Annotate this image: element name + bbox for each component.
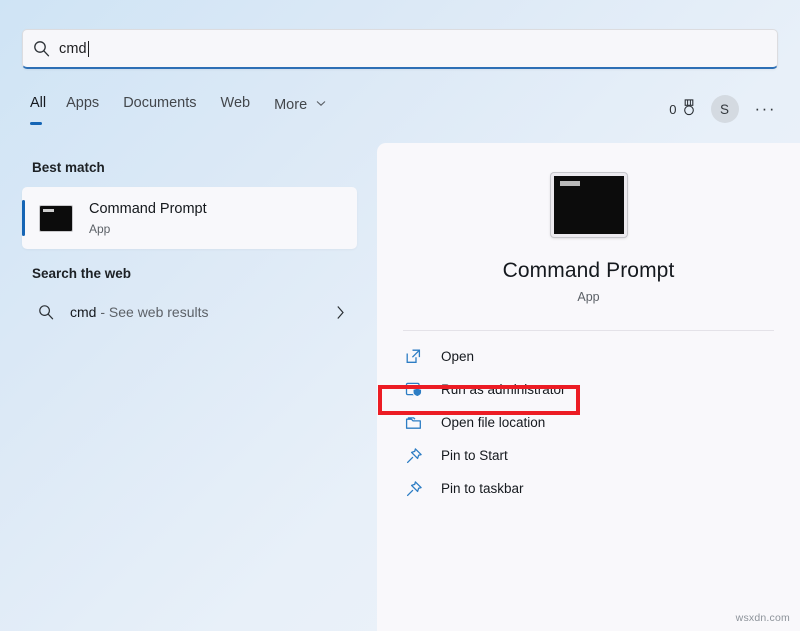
web-result-suffix: - See web results: [96, 304, 208, 320]
search-input-value[interactable]: cmd: [59, 41, 87, 57]
search-icon: [22, 304, 70, 320]
preview-subtitle: App: [377, 290, 800, 304]
tab-apps[interactable]: Apps: [66, 93, 113, 111]
search-the-web-heading: Search the web: [32, 266, 377, 281]
divider: [403, 330, 774, 331]
tab-more[interactable]: More: [274, 93, 340, 113]
tab-all[interactable]: All: [30, 93, 56, 111]
best-match-subtitle: App: [89, 222, 207, 236]
best-match-title: Command Prompt: [89, 200, 207, 218]
results-column: Best match Command Prompt App Search the…: [0, 143, 377, 631]
tab-all-label: All: [30, 95, 46, 111]
avatar-initial: S: [720, 102, 729, 117]
tab-apps-label: Apps: [66, 95, 99, 111]
shield-admin-icon: [405, 381, 437, 398]
tab-documents-label: Documents: [123, 95, 196, 111]
more-options-button[interactable]: ···: [753, 104, 778, 114]
action-list: Open Run as administrator Open file loca…: [377, 340, 800, 505]
rewards-button[interactable]: 0: [669, 99, 696, 119]
tab-bar: All Apps Documents Web More: [30, 93, 350, 131]
action-open-file-location-label: Open file location: [441, 415, 545, 430]
chevron-right-icon[interactable]: [336, 305, 345, 320]
top-right-controls: 0 S ···: [669, 90, 778, 128]
text-caret: [88, 41, 89, 57]
action-open-label: Open: [441, 349, 474, 364]
best-match-result-command-prompt[interactable]: Command Prompt App: [22, 187, 357, 249]
action-open[interactable]: Open: [377, 340, 800, 373]
app-preview-panel: Command Prompt App Open Run as: [377, 143, 800, 631]
tab-documents[interactable]: Documents: [123, 93, 210, 111]
action-pin-to-start[interactable]: Pin to Start: [377, 439, 800, 472]
preview-title: Command Prompt: [377, 259, 800, 283]
best-match-text: Command Prompt App: [89, 200, 207, 235]
web-result-label: cmd - See web results: [70, 304, 209, 320]
search-icon: [23, 40, 59, 57]
folder-icon: [405, 415, 437, 431]
tab-web[interactable]: Web: [221, 93, 265, 111]
tab-web-label: Web: [221, 95, 251, 111]
web-result-item[interactable]: cmd - See web results: [22, 292, 357, 332]
action-run-as-administrator-label: Run as administrator: [441, 382, 566, 397]
action-pin-to-start-label: Pin to Start: [441, 448, 508, 463]
command-prompt-icon: [39, 205, 73, 232]
action-pin-to-taskbar-label: Pin to taskbar: [441, 481, 524, 496]
command-prompt-icon: [551, 173, 627, 237]
rewards-count: 0: [669, 102, 676, 117]
action-open-file-location[interactable]: Open file location: [377, 406, 800, 439]
more-options-label: ···: [755, 99, 776, 118]
pin-icon: [405, 480, 437, 498]
best-match-heading: Best match: [32, 160, 377, 175]
web-result-query: cmd: [70, 304, 96, 320]
watermark: wsxdn.com: [736, 612, 790, 624]
action-run-as-administrator[interactable]: Run as administrator: [377, 373, 800, 406]
chevron-down-icon: [316, 95, 326, 111]
rewards-medal-icon: [681, 99, 697, 119]
search-box[interactable]: cmd: [22, 29, 778, 69]
open-external-icon: [405, 348, 437, 365]
action-pin-to-taskbar[interactable]: Pin to taskbar: [377, 472, 800, 505]
avatar[interactable]: S: [711, 95, 739, 123]
tab-more-label: More: [274, 97, 307, 113]
pin-icon: [405, 447, 437, 465]
